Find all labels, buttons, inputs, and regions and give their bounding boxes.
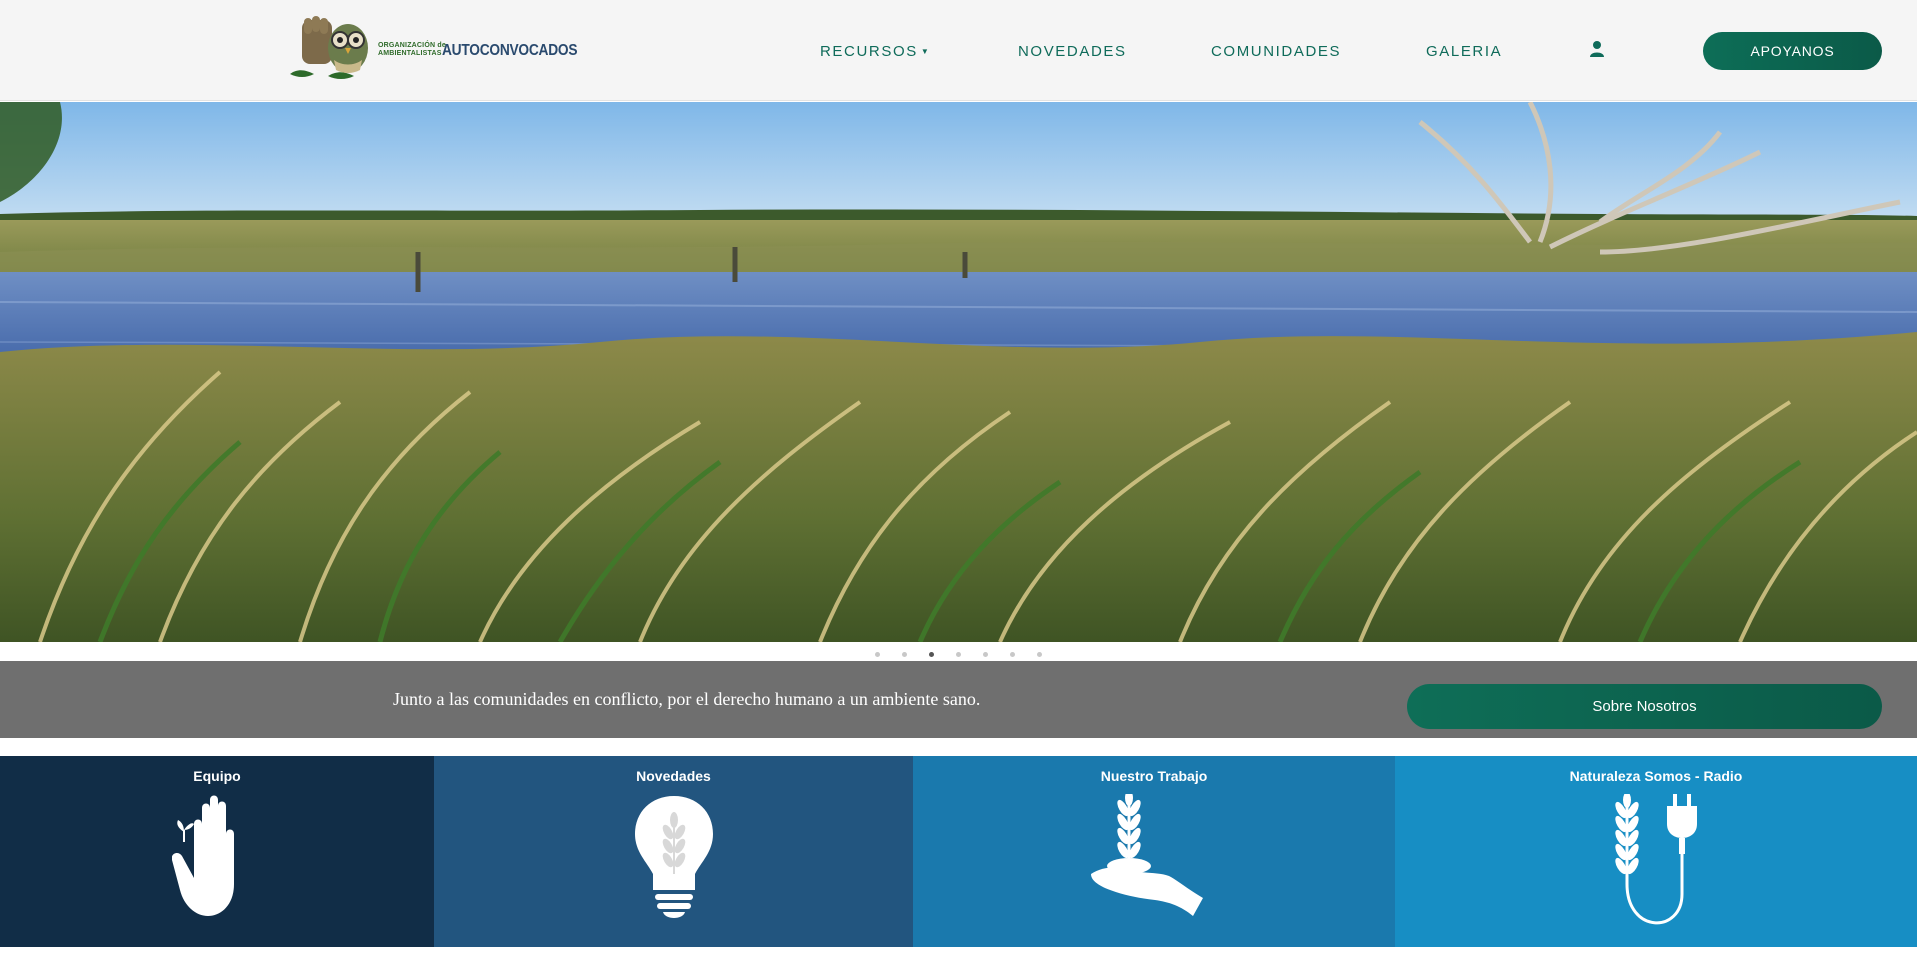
hero-landscape-image	[0, 102, 1917, 642]
carousel-dot[interactable]	[956, 652, 961, 657]
logo-emblem-icon	[290, 16, 368, 79]
carousel-dot[interactable]	[875, 652, 880, 657]
carousel-dot[interactable]	[902, 652, 907, 657]
tile-title: Novedades	[636, 768, 711, 784]
lightbulb-icon	[634, 796, 713, 918]
nav-item-comunidades[interactable]: COMUNIDADES	[1211, 43, 1341, 60]
hand-sprout-icon	[172, 795, 234, 916]
tile-naturaleza-somos-radio[interactable]: Naturaleza Somos - Radio	[1395, 756, 1917, 947]
sobre-nosotros-button[interactable]: Sobre Nosotros	[1407, 684, 1882, 729]
tagline-band: Junto a las comunidades en conflicto, po…	[0, 661, 1917, 738]
tile-title: Nuestro Trabajo	[1100, 768, 1208, 784]
tile-equipo[interactable]: Equipo	[0, 756, 434, 947]
apoyanos-button[interactable]: APOYANOS	[1703, 32, 1882, 70]
carousel-dot[interactable]	[1037, 652, 1042, 657]
nav-item-recursos[interactable]: RECURSOS ▼	[820, 43, 930, 60]
logo-text-main: AUTOCONVOCADOS	[442, 42, 578, 59]
tile-title: Equipo	[193, 768, 241, 784]
tile-nuestro-trabajo[interactable]: Nuestro Trabajo	[913, 756, 1395, 947]
site-logo[interactable]: ORGANIZACIÓN de AMBIENTALISTAS AUTOCONVO…	[288, 12, 578, 82]
plant-plug-icon	[1615, 794, 1697, 925]
nav-item-novedades[interactable]: NOVEDADES	[1018, 43, 1127, 60]
hero-carousel[interactable]	[0, 102, 1917, 642]
logo-text-line2: AMBIENTALISTAS	[378, 50, 442, 57]
nav-item-galeria[interactable]: GALERIA	[1426, 43, 1502, 60]
carousel-indicators	[0, 652, 1917, 660]
tile-title: Naturaleza Somos - Radio	[1569, 768, 1743, 784]
tile-novedades[interactable]: Novedades	[434, 756, 913, 947]
caret-down-icon: ▼	[920, 47, 931, 56]
site-header: ORGANIZACIÓN de AMBIENTALISTAS AUTOCONVO…	[0, 0, 1917, 101]
tagline-text: Junto a las comunidades en conflicto, po…	[393, 689, 981, 709]
carousel-dot[interactable]	[983, 652, 988, 657]
user-icon[interactable]	[1589, 40, 1605, 58]
feature-tiles: Equipo Novedades Nuestro Trabajo Natural…	[0, 756, 1917, 947]
logo-text-line1: ORGANIZACIÓN de	[378, 42, 446, 49]
nav-item-label: RECURSOS	[820, 43, 918, 60]
hand-plant-icon	[1091, 794, 1203, 916]
carousel-dot[interactable]	[1010, 652, 1015, 657]
carousel-dot[interactable]	[929, 652, 934, 657]
